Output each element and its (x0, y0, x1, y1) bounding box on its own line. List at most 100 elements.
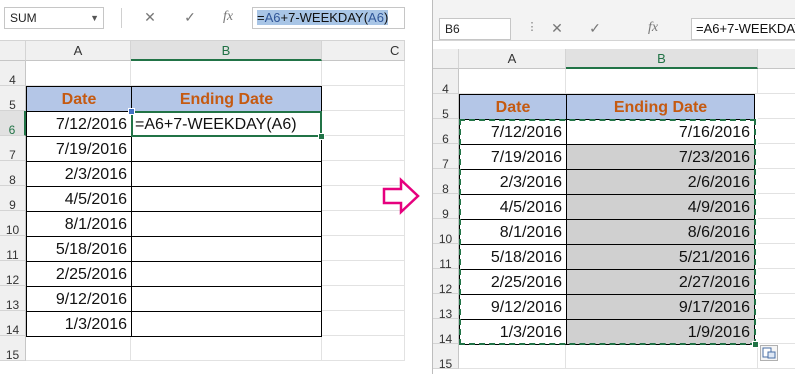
cell-c8[interactable] (758, 169, 795, 194)
date-cell[interactable]: 8/1/2016 (26, 211, 132, 237)
ending-date-cell[interactable]: 1/9/2016 (566, 319, 755, 345)
row-header-9[interactable]: 9 (0, 186, 26, 212)
ending-date-cell[interactable] (131, 161, 322, 187)
fill-handle[interactable] (318, 133, 325, 140)
row-header-5[interactable]: 5 (0, 86, 26, 112)
fill-handle[interactable] (752, 341, 759, 348)
cell-c4[interactable] (758, 69, 795, 94)
row-header-12[interactable]: 12 (433, 269, 459, 296)
ending-date-cell[interactable] (131, 211, 322, 237)
row-header-8[interactable]: 8 (433, 169, 459, 196)
row-header-12[interactable]: 12 (0, 261, 26, 287)
column-header-a[interactable]: A (459, 49, 566, 69)
ending-date-cell[interactable] (131, 136, 322, 162)
row-header-6[interactable]: 6 (433, 119, 459, 146)
cell-c6[interactable] (758, 119, 795, 144)
editing-cell[interactable]: =A6+7-WEEKDAY(A6) (131, 111, 322, 137)
select-all-corner[interactable] (0, 41, 26, 61)
chevron-down-icon[interactable]: ▼ (90, 8, 99, 28)
date-cell[interactable]: 7/12/2016 (26, 111, 132, 137)
cell-a15[interactable] (26, 336, 131, 361)
ending-date-cell[interactable]: 8/6/2016 (566, 219, 755, 245)
date-cell[interactable]: 1/3/2016 (459, 319, 567, 345)
row-header-13[interactable]: 13 (0, 286, 26, 312)
cell-c12[interactable] (758, 269, 795, 294)
row-header-15[interactable]: 15 (0, 336, 26, 362)
ending-date-cell[interactable]: 9/17/2016 (566, 294, 755, 320)
ending-date-cell[interactable] (131, 311, 322, 337)
column-header-c[interactable] (758, 49, 795, 69)
formula-input[interactable]: =A6+7-WEEKDAY(A6) (252, 7, 405, 29)
ending-date-cell[interactable]: 2/6/2016 (566, 169, 755, 195)
function-icon[interactable]: fx (216, 9, 240, 25)
cell-c11[interactable] (322, 236, 405, 261)
column-header-b[interactable]: B (131, 41, 322, 61)
date-cell[interactable]: 1/3/2016 (26, 311, 132, 337)
cell-c14[interactable] (758, 319, 795, 344)
cell-b4[interactable] (131, 61, 322, 86)
cell-c7[interactable] (758, 144, 795, 169)
ending-date-cell[interactable] (131, 261, 322, 287)
cancel-icon[interactable]: ✕ (547, 20, 567, 37)
column-header-a[interactable]: A (26, 41, 131, 61)
confirm-icon[interactable]: ✓ (180, 9, 200, 26)
ending-date-cell[interactable]: 5/21/2016 (566, 244, 755, 270)
row-header-10[interactable]: 10 (0, 211, 26, 237)
cell-b15[interactable] (566, 344, 758, 369)
cell-a4[interactable] (459, 69, 566, 94)
cell-c14[interactable] (322, 311, 405, 336)
ending-date-cell[interactable]: 4/9/2016 (566, 194, 755, 220)
cell-c7[interactable] (322, 136, 405, 161)
date-cell[interactable]: 4/5/2016 (26, 186, 132, 212)
date-cell[interactable]: 7/19/2016 (459, 144, 567, 170)
cell-b4[interactable] (566, 69, 758, 94)
cell-c5[interactable] (758, 94, 795, 119)
row-header-7[interactable]: 7 (433, 144, 459, 171)
row-header-6[interactable]: 6 (0, 111, 26, 137)
name-box[interactable]: B6 (439, 18, 511, 40)
row-header-8[interactable]: 8 (0, 161, 26, 187)
row-header-10[interactable]: 10 (433, 219, 459, 246)
date-cell[interactable]: 2/25/2016 (26, 261, 132, 287)
row-header-4[interactable]: 4 (433, 69, 459, 96)
date-cell[interactable]: 5/18/2016 (26, 236, 132, 262)
ending-date-cell[interactable]: 7/16/2016 (566, 119, 755, 145)
cell-a4[interactable] (26, 61, 131, 86)
cell-c13[interactable] (758, 294, 795, 319)
select-all-corner[interactable] (433, 49, 459, 69)
name-box[interactable]: SUM ▼ (4, 7, 104, 29)
row-header-11[interactable]: 11 (433, 244, 459, 271)
cell-b15[interactable] (131, 336, 322, 361)
cancel-icon[interactable]: ✕ (140, 9, 160, 26)
cell-c10[interactable] (758, 219, 795, 244)
row-header-4[interactable]: 4 (0, 61, 26, 87)
date-cell[interactable]: 2/3/2016 (26, 161, 132, 187)
cell-c15[interactable] (322, 336, 405, 361)
cell-c4[interactable] (322, 61, 405, 86)
confirm-icon[interactable]: ✓ (585, 20, 605, 37)
paste-options-icon[interactable] (760, 345, 778, 361)
column-header-b[interactable]: B (566, 49, 758, 69)
date-cell[interactable]: 9/12/2016 (459, 294, 567, 320)
date-cell[interactable]: 5/18/2016 (459, 244, 567, 270)
formula-input[interactable]: =A6+7-WEEKDAY (691, 18, 795, 40)
date-cell[interactable]: 7/19/2016 (26, 136, 132, 162)
cell-c12[interactable] (322, 261, 405, 286)
cell-c5[interactable] (322, 86, 405, 111)
date-cell[interactable]: 2/3/2016 (459, 169, 567, 195)
cell-c13[interactable] (322, 286, 405, 311)
row-header-11[interactable]: 11 (0, 236, 26, 262)
row-header-14[interactable]: 14 (433, 319, 459, 346)
row-header-15[interactable]: 15 (433, 344, 459, 371)
ending-date-cell[interactable] (131, 186, 322, 212)
row-header-13[interactable]: 13 (433, 294, 459, 321)
function-icon[interactable]: fx (641, 20, 665, 36)
cell-c11[interactable] (758, 244, 795, 269)
options-icon[interactable]: ⋮ (525, 20, 539, 33)
ending-date-cell[interactable] (131, 286, 322, 312)
row-header-9[interactable]: 9 (433, 194, 459, 221)
date-cell[interactable]: 2/25/2016 (459, 269, 567, 295)
ending-date-cell[interactable] (131, 236, 322, 262)
row-header-7[interactable]: 7 (0, 136, 26, 162)
row-header-14[interactable]: 14 (0, 311, 26, 337)
